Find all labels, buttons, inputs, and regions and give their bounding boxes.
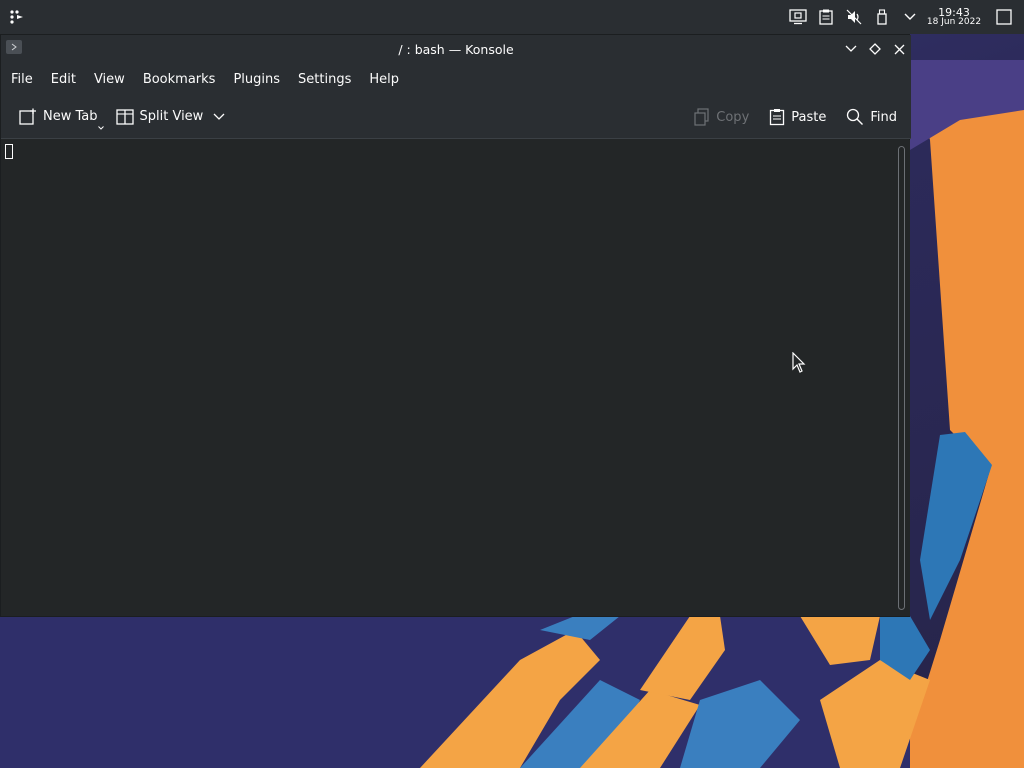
copy-icon <box>694 108 709 126</box>
window-title: / : bash — Konsole <box>398 41 514 57</box>
split-view-dropdown-icon[interactable] <box>213 113 225 121</box>
volume-muted-icon[interactable] <box>840 0 868 34</box>
split-view-label: Split View <box>139 109 204 124</box>
menu-bookmarks[interactable]: Bookmarks <box>137 63 222 95</box>
menu-file[interactable]: File <box>5 63 39 95</box>
system-tray: 19:43 18 Jun 2022 <box>784 0 1024 34</box>
new-tab-label: New Tab <box>43 109 98 124</box>
clipboard-icon[interactable] <box>812 0 840 34</box>
menu-view[interactable]: View <box>88 63 131 95</box>
new-tab-button[interactable]: New Tab <box>13 102 104 132</box>
application-launcher-icon[interactable] <box>6 6 28 28</box>
scrollbar-thumb[interactable] <box>898 146 905 610</box>
show-desktop-icon[interactable] <box>984 0 1024 34</box>
find-button[interactable]: Find <box>840 102 903 132</box>
menubar: File Edit View Bookmarks Plugins Setting… <box>1 63 911 95</box>
menu-plugins[interactable]: Plugins <box>227 63 286 95</box>
terminal-area[interactable] <box>1 140 893 616</box>
menu-settings[interactable]: Settings <box>292 63 357 95</box>
close-icon[interactable] <box>887 35 911 63</box>
paste-label: Paste <box>791 109 827 125</box>
split-view-icon <box>115 108 134 125</box>
menu-help[interactable]: Help <box>363 63 405 95</box>
find-label: Find <box>870 109 897 125</box>
minimize-icon[interactable] <box>839 35 863 63</box>
usb-device-icon[interactable] <box>868 0 896 34</box>
menu-edit[interactable]: Edit <box>45 63 82 95</box>
top-panel: 19:43 18 Jun 2022 <box>0 0 1024 34</box>
konsole-app-icon[interactable] <box>6 40 22 54</box>
new-tab-dropdown-icon <box>97 125 104 130</box>
maximize-icon[interactable] <box>863 35 887 63</box>
toolbar-right-group: Copy Paste Find <box>688 102 903 132</box>
split-view-button[interactable]: Split View <box>110 102 232 132</box>
terminal-scrollbar[interactable] <box>894 140 910 616</box>
window-titlebar[interactable]: / : bash — Konsole <box>1 35 911 63</box>
paste-icon <box>770 109 785 126</box>
window-controls <box>839 35 911 63</box>
mouse-pointer-icon <box>792 352 806 373</box>
clock-date: 18 Jun 2022 <box>926 17 982 28</box>
new-tab-icon <box>19 108 36 125</box>
search-icon <box>847 108 864 125</box>
main-toolbar: New Tab Split View Copy Paste Find <box>1 95 911 139</box>
copy-label: Copy <box>716 109 750 125</box>
digital-clock[interactable]: 19:43 18 Jun 2022 <box>924 0 984 34</box>
terminal-cursor <box>5 144 13 159</box>
display-configuration-icon[interactable] <box>784 0 812 34</box>
chevron-down-icon[interactable] <box>896 0 924 34</box>
paste-button[interactable]: Paste <box>763 102 832 132</box>
copy-button[interactable]: Copy <box>688 102 755 132</box>
konsole-window: / : bash — Konsole File Edit View Bookma… <box>0 34 911 617</box>
